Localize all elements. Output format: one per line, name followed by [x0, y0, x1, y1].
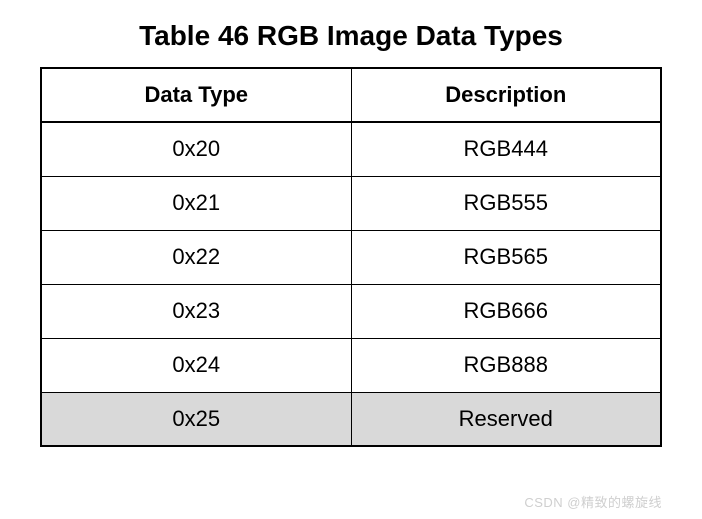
data-type-table: Data Type Description 0x20RGB4440x21RGB5… — [40, 67, 662, 447]
watermark: CSDN @精致的螺旋线 — [524, 492, 662, 511]
header-description: Description — [351, 68, 661, 122]
cell-description: RGB565 — [351, 230, 661, 284]
cell-data-type: 0x25 — [41, 392, 351, 446]
cell-description: RGB888 — [351, 338, 661, 392]
table-header-row: Data Type Description — [41, 68, 661, 122]
cell-data-type: 0x21 — [41, 176, 351, 230]
cell-description: Reserved — [351, 392, 661, 446]
table-row: 0x23RGB666 — [41, 284, 661, 338]
table-row: 0x20RGB444 — [41, 122, 661, 176]
cell-description: RGB666 — [351, 284, 661, 338]
table-row: 0x25Reserved — [41, 392, 661, 446]
table-title: Table 46 RGB Image Data Types — [40, 20, 662, 52]
cell-data-type: 0x23 — [41, 284, 351, 338]
table-row: 0x21RGB555 — [41, 176, 661, 230]
cell-data-type: 0x22 — [41, 230, 351, 284]
cell-data-type: 0x20 — [41, 122, 351, 176]
table-row: 0x24RGB888 — [41, 338, 661, 392]
header-data-type: Data Type — [41, 68, 351, 122]
cell-description: RGB444 — [351, 122, 661, 176]
table-row: 0x22RGB565 — [41, 230, 661, 284]
cell-description: RGB555 — [351, 176, 661, 230]
cell-data-type: 0x24 — [41, 338, 351, 392]
